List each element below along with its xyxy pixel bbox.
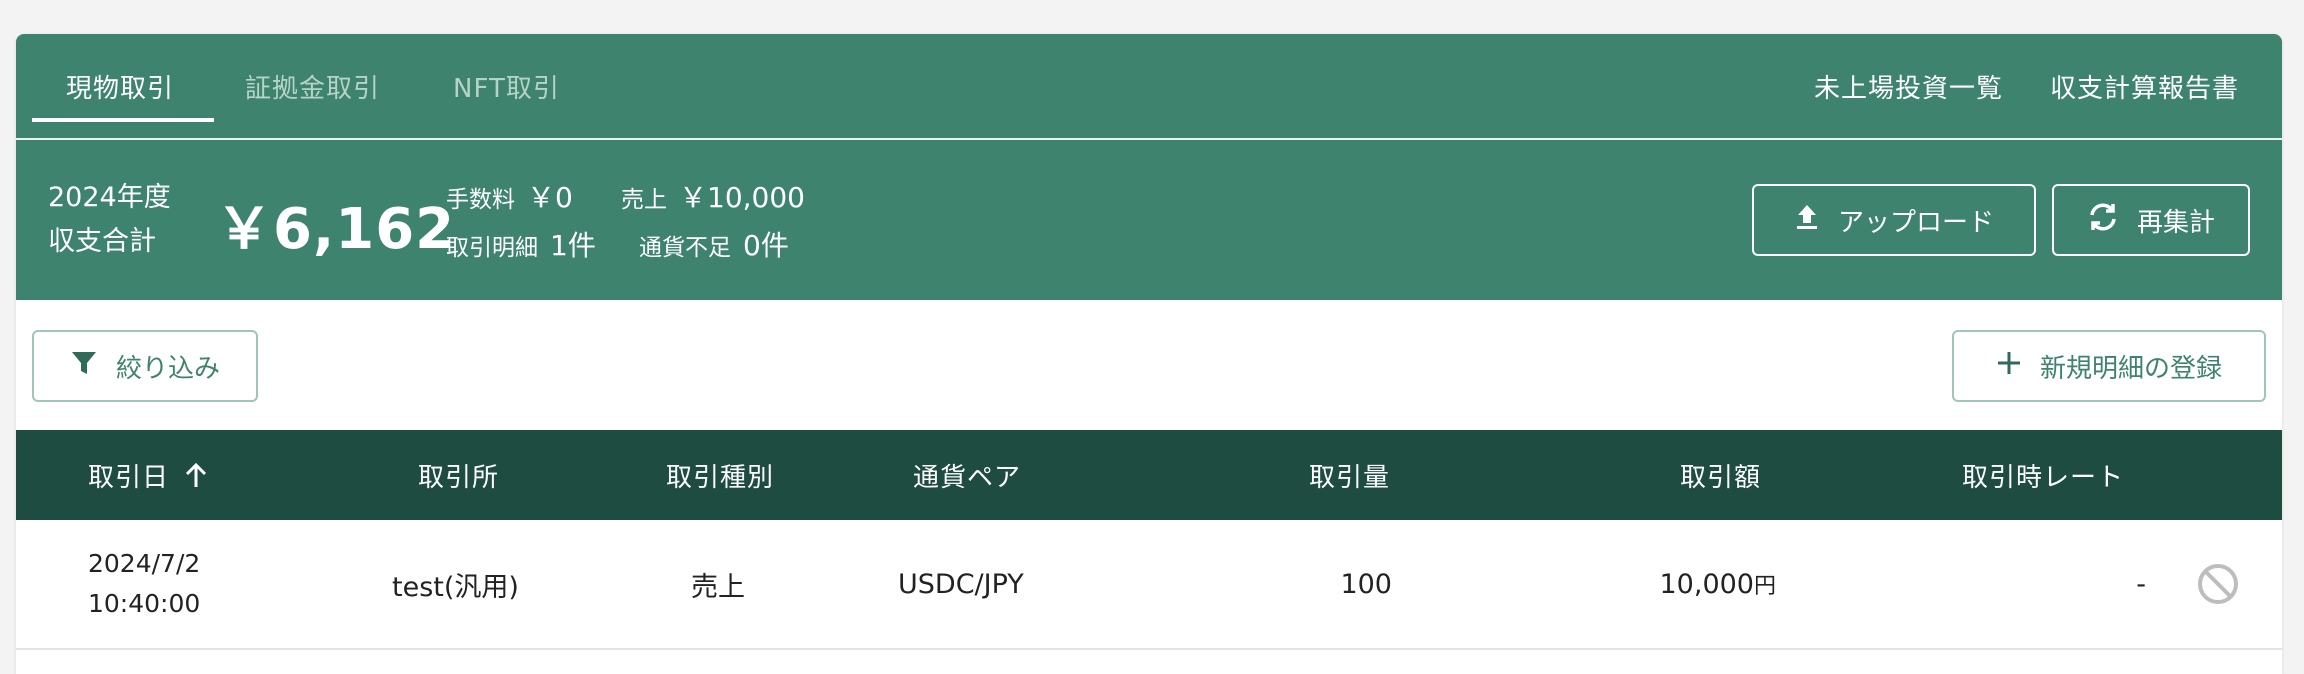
cell-date: 2024/7/2 10:40:00: [88, 520, 200, 648]
column-header-value: 取引額: [1680, 462, 1762, 493]
cell-date-time: 10:40:00: [88, 589, 201, 618]
fee-value: ￥0: [527, 181, 573, 214]
shortage-value: 0件: [743, 229, 789, 262]
refresh-icon: [2087, 202, 2119, 239]
active-tab-indicator: [32, 118, 214, 122]
cell-value-unit: 円: [1753, 574, 1776, 599]
table-header: 取引日 取引所 取引種別 通貨ペア 取引量 取引額 取引時レート: [16, 430, 2282, 520]
add-entry-button[interactable]: 新規明細の登録: [1952, 330, 2266, 402]
unlisted-investments-link[interactable]: 未上場投資一覧: [1814, 68, 2003, 105]
cell-amount: 100: [1340, 568, 1392, 600]
detail-count-label: 取引明細: [446, 235, 538, 261]
column-header-pair: 通貨ペア: [913, 462, 1022, 493]
income-report-link[interactable]: 収支計算報告書: [2050, 68, 2239, 105]
column-header-exchange: 取引所: [418, 462, 500, 493]
upload-button[interactable]: アップロード: [1752, 184, 2036, 256]
arrow-up-icon: [183, 461, 209, 489]
plus-icon: [1996, 350, 2022, 383]
detail-count-stat: 取引明細 1件: [446, 224, 596, 264]
fee-stat: 手数料 ￥0: [446, 176, 573, 216]
column-header-type: 取引種別: [666, 462, 775, 493]
cell-type: 売上: [691, 571, 745, 603]
tab-margin-trading[interactable]: 証拠金取引: [245, 68, 380, 105]
cell-value: 10,000 円: [1576, 520, 1777, 648]
recalculate-label: 再集計: [2136, 207, 2215, 238]
cell-exchange: test(汎用): [392, 571, 519, 603]
upload-icon: [1794, 203, 1820, 238]
shortage-stat: 通貨不足 0件: [639, 224, 789, 264]
sales-stat: 売上 ￥10,000: [621, 176, 805, 216]
total-profit: ￥6,162: [216, 197, 456, 262]
column-header-rate: 取引時レート: [1962, 462, 2125, 493]
transactions-card: 現物取引 証拠金取引 NFT取引 未上場投資一覧 収支計算報告書 2024年度 …: [16, 34, 2282, 674]
tab-spot-trading[interactable]: 現物取引: [66, 68, 174, 105]
cell-value-number: 10,000: [1659, 568, 1754, 600]
column-header-date[interactable]: 取引日: [88, 430, 209, 520]
block-icon[interactable]: [2196, 520, 2240, 648]
fiscal-year-label: 2024年度 収支合計: [48, 176, 171, 264]
tab-bar: 現物取引 証拠金取引 NFT取引 未上場投資一覧 収支計算報告書: [16, 34, 2282, 140]
column-date-label: 取引日: [88, 462, 170, 493]
summary-panel: 2024年度 収支合計 ￥6,162 手数料 ￥0 売上 ￥10,000 取引明細 1…: [16, 140, 2282, 300]
sales-value: ￥10,000: [679, 181, 805, 214]
detail-count-value: 1件: [550, 229, 596, 262]
filter-icon: [70, 349, 98, 384]
filter-button[interactable]: 絞り込み: [32, 330, 258, 402]
recalculate-button[interactable]: 再集計: [2052, 184, 2250, 256]
fee-label: 手数料: [446, 187, 515, 213]
cell-rate: -: [2136, 568, 2146, 600]
tab-nft-trading[interactable]: NFT取引: [453, 68, 560, 105]
cell-pair: USDC/JPY: [898, 568, 1024, 600]
upload-label: アップロード: [1837, 207, 1994, 238]
shortage-label: 通貨不足: [639, 235, 731, 261]
total-label: 収支合計: [48, 226, 156, 257]
cell-date-day: 2024/7/2: [88, 549, 201, 578]
filter-label: 絞り込み: [115, 353, 220, 384]
column-header-amount: 取引量: [1309, 462, 1391, 493]
fiscal-year: 2024年度: [48, 182, 171, 213]
add-entry-label: 新規明細の登録: [2039, 353, 2222, 384]
sales-label: 売上: [621, 187, 667, 213]
table-row[interactable]: 2024/7/2 10:40:00 test(汎用) 売上 USDC/JPY 1…: [16, 520, 2282, 650]
